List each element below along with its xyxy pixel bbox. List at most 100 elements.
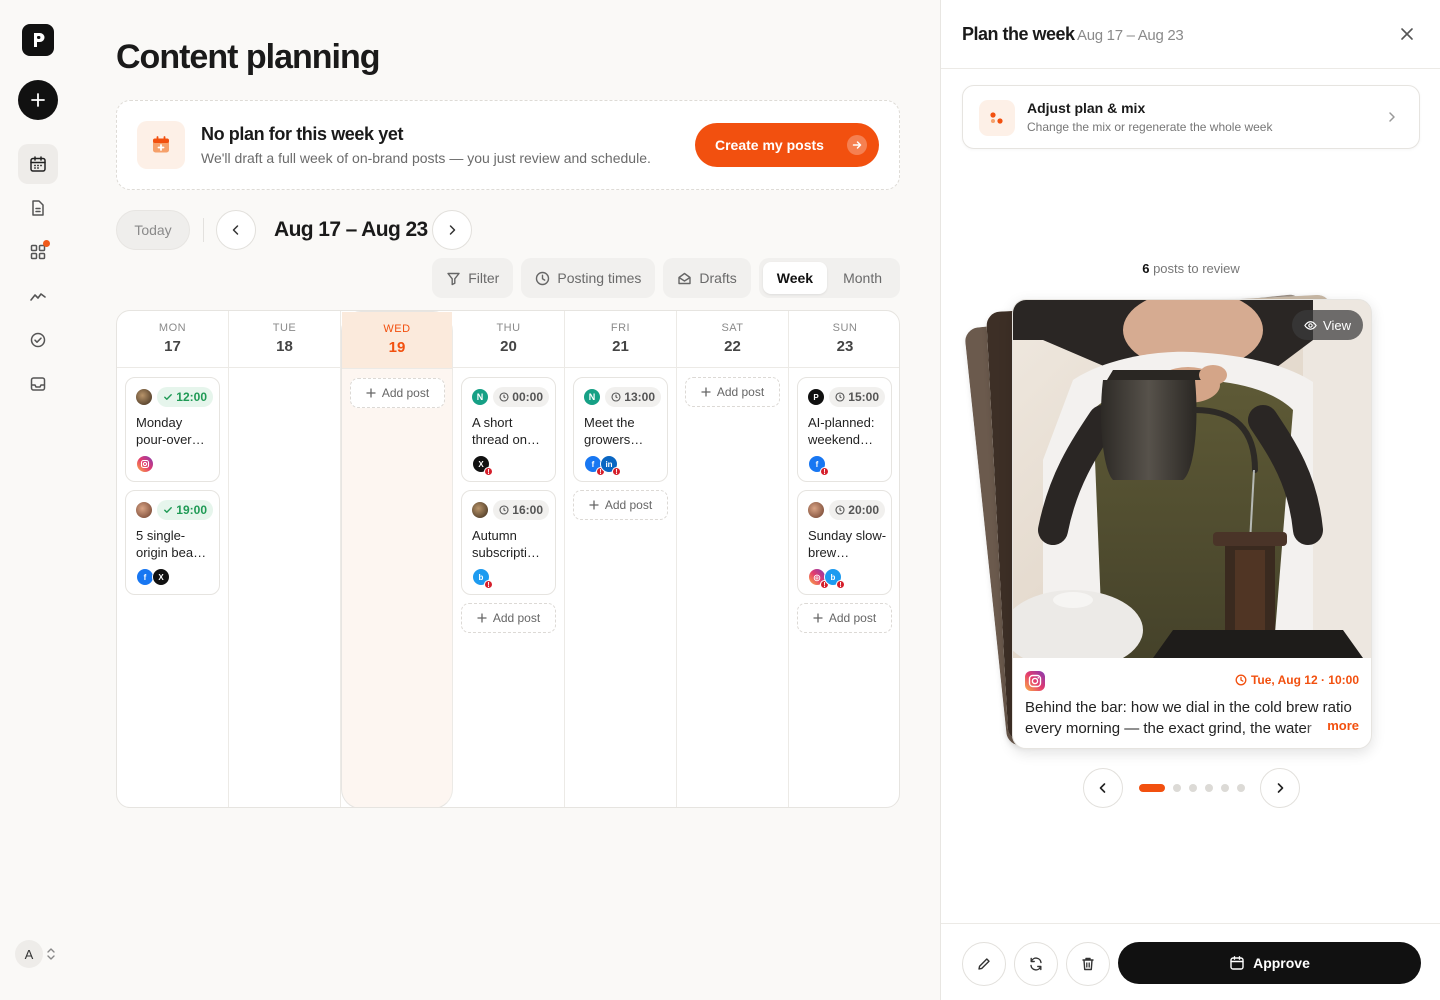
channel-list xyxy=(136,455,154,473)
delete-button[interactable] xyxy=(1066,942,1110,986)
plus-icon xyxy=(31,93,45,107)
nav-analytics[interactable] xyxy=(18,276,58,316)
day-column-tue: TUE 18 xyxy=(229,311,341,807)
next-week-button[interactable] xyxy=(432,210,472,250)
nav-documents[interactable] xyxy=(18,188,58,228)
check-icon xyxy=(164,394,173,400)
post-card[interactable]: 19:00 5 single-origin bea… f X xyxy=(125,490,220,595)
review-count: 6 posts to review xyxy=(941,261,1440,276)
day-header: MON 17 xyxy=(117,311,228,368)
today-button[interactable]: Today xyxy=(116,210,190,250)
day-name: SUN xyxy=(832,322,858,334)
adjust-plan-card[interactable]: Adjust plan & mix Change the mix or rege… xyxy=(962,85,1420,149)
create-posts-button[interactable]: Create my posts xyxy=(695,123,879,167)
document-icon xyxy=(32,200,44,216)
chevron-right-icon xyxy=(1277,783,1284,793)
prev-post-button[interactable] xyxy=(1083,768,1123,808)
drafts-button[interactable]: Drafts xyxy=(663,258,751,298)
day-number: 21 xyxy=(612,338,629,355)
post-title: AI-planned: weekend… xyxy=(808,415,875,447)
new-post-button[interactable] xyxy=(18,80,58,120)
day-column-mon: MON 17 12:00 Monday pour-over… 19:00 5 s… xyxy=(117,311,229,807)
logo-icon[interactable] xyxy=(22,24,54,56)
post-card[interactable]: 20:00 Sunday slow-brew… ◎! b! xyxy=(797,490,892,595)
day-name: THU xyxy=(496,322,521,334)
chevron-right-icon xyxy=(1389,112,1395,122)
add-post-button[interactable]: Add post xyxy=(573,490,668,520)
add-post-button[interactable]: Add post xyxy=(797,603,892,633)
filter-button[interactable]: Filter xyxy=(432,258,514,298)
chevron-updown-icon[interactable] xyxy=(46,946,56,962)
calendar-add-icon xyxy=(137,121,185,169)
close-icon[interactable] xyxy=(1397,24,1417,44)
empty-plan-banner: No plan for this week yet We'll draft a … xyxy=(116,100,900,190)
add-post-button[interactable]: Add post xyxy=(350,378,445,408)
carousel-dot[interactable] xyxy=(1205,784,1213,792)
post-title: 5 single-origin bea… xyxy=(136,528,207,560)
inbox-icon xyxy=(30,377,46,391)
avatar xyxy=(808,502,824,518)
drafts-label: Drafts xyxy=(699,270,737,286)
day-column-fri: FRI 21 N 13:00 Meet the growers… f! in! … xyxy=(565,311,677,807)
day-number: 22 xyxy=(724,338,741,355)
carousel-dot[interactable] xyxy=(1237,784,1245,792)
post-time: 15:00 xyxy=(848,390,879,404)
channel-list: X! xyxy=(472,455,493,476)
edit-button[interactable] xyxy=(962,942,1006,986)
channel-list: f! xyxy=(808,455,829,476)
day-header: SUN 23 xyxy=(789,311,899,368)
nav-inbox[interactable] xyxy=(18,364,58,404)
chevron-left-icon xyxy=(1099,783,1106,793)
post-card[interactable]: 16:00 Autumn subscripti… b! xyxy=(461,490,556,595)
carousel-dot[interactable] xyxy=(1139,784,1165,792)
post-card[interactable]: N 13:00 Meet the growers… f! in! xyxy=(573,377,668,482)
nav-approvals[interactable] xyxy=(18,320,58,360)
prev-week-button[interactable] xyxy=(216,210,256,250)
plus-icon xyxy=(477,613,487,623)
month-view-tab[interactable]: Month xyxy=(829,262,896,294)
carousel-dot[interactable] xyxy=(1173,784,1181,792)
banner-title: No plan for this week yet xyxy=(201,124,404,144)
add-post-label: Add post xyxy=(492,611,541,625)
sidebar-rail: A xyxy=(0,0,76,1000)
regenerate-button[interactable] xyxy=(1014,942,1058,986)
mix-icon xyxy=(979,100,1015,136)
day-name: SAT xyxy=(721,322,744,334)
avatar: N xyxy=(472,389,488,405)
post-card[interactable]: P 15:00 AI-planned: weekend… f! xyxy=(797,377,892,482)
add-post-button[interactable]: Add post xyxy=(685,377,780,407)
post-card[interactable]: N 00:00 A short thread on… X! xyxy=(461,377,556,482)
calendar-toolbar: Filter Posting times Drafts Week Month xyxy=(432,258,900,298)
view-button[interactable]: View xyxy=(1292,310,1363,340)
post-preview-card[interactable]: View Tue, Aug 12 · 10:00 Behind the bar:… xyxy=(1012,299,1372,749)
next-post-button[interactable] xyxy=(1260,768,1300,808)
avatar xyxy=(136,502,152,518)
more-link[interactable]: more xyxy=(1305,718,1359,733)
carousel-dot[interactable] xyxy=(1189,784,1197,792)
approve-button[interactable]: Approve xyxy=(1118,942,1421,984)
week-view-tab[interactable]: Week xyxy=(762,262,828,294)
edit-icon xyxy=(978,958,990,970)
day-number: 20 xyxy=(500,338,517,355)
carousel-dot[interactable] xyxy=(1221,784,1229,792)
post-title: Sunday slow-brew… xyxy=(808,528,887,560)
posting-times-button[interactable]: Posting times xyxy=(521,258,656,298)
panel-title: Plan the week xyxy=(962,24,1075,44)
nav-apps[interactable] xyxy=(18,232,58,272)
nav-calendar[interactable] xyxy=(18,144,58,184)
avatar xyxy=(136,389,152,405)
day-name: TUE xyxy=(272,322,297,334)
plan-week-panel: Plan the week Aug 17 – Aug 23 Adjust pla… xyxy=(940,0,1440,1000)
post-image[interactable]: View xyxy=(1013,300,1371,658)
check-circle-icon xyxy=(30,332,46,348)
add-post-button[interactable]: Add post xyxy=(461,603,556,633)
trash-icon xyxy=(1082,957,1094,971)
add-post-label: Add post xyxy=(381,386,430,400)
plus-icon xyxy=(366,388,376,398)
scheduled-time-badge: 19:00 xyxy=(157,500,213,520)
post-card[interactable]: 12:00 Monday pour-over… xyxy=(125,377,220,482)
linkedin-icon: in! xyxy=(600,455,621,476)
user-avatar[interactable]: A xyxy=(15,940,43,968)
day-number: 23 xyxy=(836,338,854,355)
warning-icon: ! xyxy=(484,580,493,589)
